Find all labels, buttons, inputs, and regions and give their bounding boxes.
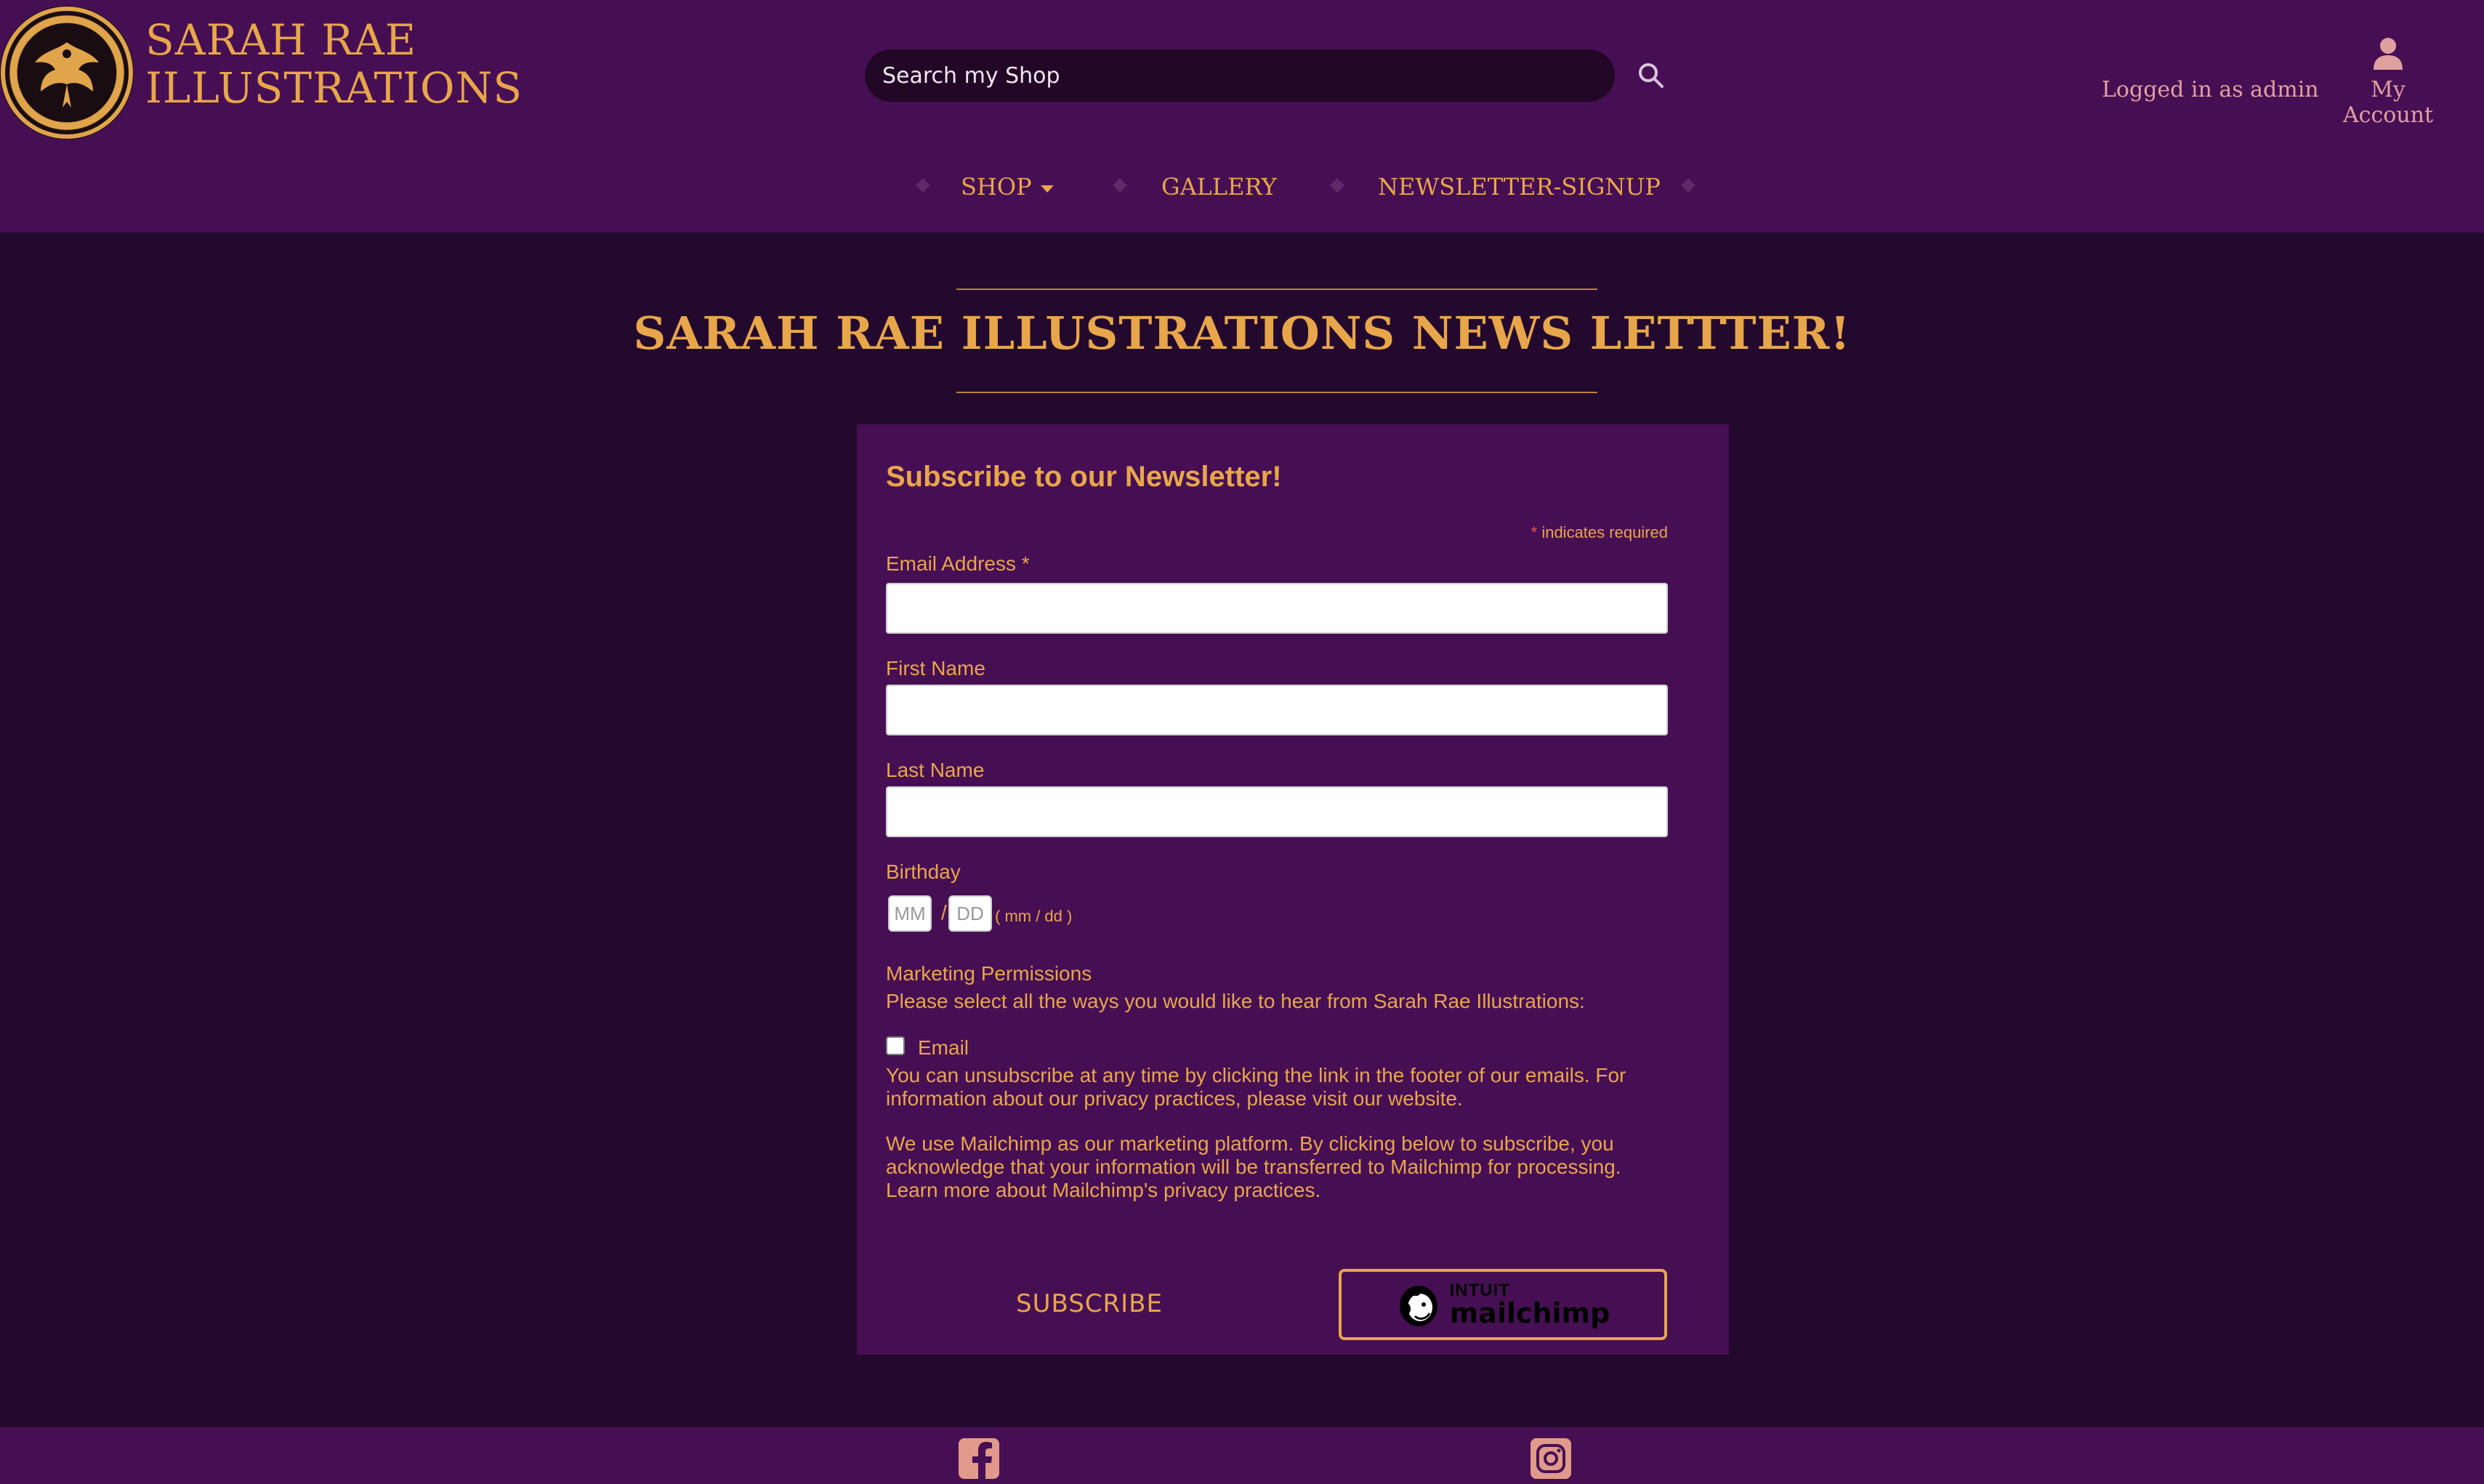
nav-separator — [916, 178, 930, 193]
main-nav: SHOP GALLERY NEWSLETTER-SIGNUP — [0, 167, 2484, 211]
birthday-format-hint: ( mm / dd ) — [995, 907, 1073, 925]
title-rule-bottom — [956, 392, 1597, 393]
newsletter-form: Subscribe to our Newsletter! * indicates… — [857, 424, 1729, 1355]
nav-item-gallery[interactable]: GALLERY — [1161, 173, 1277, 201]
page-title: SARAH RAE ILLUSTRATIONS NEWS LETTTER! — [633, 307, 1851, 360]
birthday-day-field[interactable] — [948, 895, 992, 932]
mailchimp-badge[interactable]: INTUIT mailchimp — [1339, 1269, 1667, 1340]
birthday-label: Birthday — [886, 860, 961, 883]
first-name-field[interactable] — [886, 685, 1668, 735]
email-permission-checkbox[interactable] — [886, 1036, 905, 1055]
email-permission-label[interactable]: Email — [918, 1036, 969, 1060]
nav-separator — [1113, 178, 1127, 193]
user-icon — [2374, 38, 2403, 70]
instagram-icon[interactable] — [1530, 1437, 1572, 1480]
required-note: * indicates required — [1531, 523, 1668, 542]
required-star: * — [1531, 523, 1538, 541]
mailchimp-freddie-icon — [1399, 1286, 1437, 1326]
my-account-label: My Account — [2342, 77, 2434, 128]
my-account-link[interactable]: My Account — [2323, 36, 2453, 128]
search-input[interactable] — [865, 49, 1615, 102]
email-label: Email Address * — [886, 552, 1030, 576]
first-name-label: First Name — [886, 657, 985, 680]
marketing-permissions-heading: Marketing Permissions — [886, 962, 1092, 985]
site-header: SARAH RAE ILLUSTRATIONS Logged in as adm… — [0, 0, 2484, 233]
nav-item-shop-label: SHOP — [961, 173, 1032, 201]
mailchimp-privacy-link[interactable]: Learn more about Mailchimp's privacy pra… — [886, 1179, 1671, 1202]
form-heading: Subscribe to our Newsletter! — [886, 461, 1282, 493]
mailchimp-notice: We use Mailchimp as our marketing platfo… — [886, 1132, 1621, 1178]
caret-down-icon — [1040, 185, 1054, 193]
brand-line-2: ILLUSTRATIONS — [145, 63, 523, 113]
logo-bird-icon — [1, 7, 133, 139]
mailchimp-badge-text: INTUIT mailchimp — [1449, 1282, 1610, 1329]
email-required-star: * — [1021, 552, 1030, 575]
facebook-icon[interactable] — [958, 1437, 1000, 1480]
brand-line-1: SARAH RAE — [145, 15, 417, 65]
unsubscribe-notice: You can unsubscribe at any time by click… — [886, 1064, 1626, 1110]
search-icon[interactable] — [1637, 61, 1666, 90]
nav-separator — [1681, 178, 1695, 193]
nav-item-shop[interactable]: SHOP — [961, 173, 1054, 201]
last-name-label: Last Name — [886, 759, 985, 781]
nav-separator — [1330, 178, 1344, 193]
brand-name[interactable]: SARAH RAE ILLUSTRATIONS — [145, 16, 523, 112]
logo-seal-icon[interactable] — [0, 6, 134, 140]
title-rule-top — [956, 289, 1597, 290]
email-field[interactable] — [886, 583, 1668, 634]
logged-in-status[interactable]: Logged in as admin — [2102, 77, 2319, 102]
mailchimp-badge-name: mailchimp — [1449, 1297, 1610, 1329]
birthday-month-field[interactable] — [888, 895, 932, 932]
marketing-permissions-prompt: Please select all the ways you would lik… — [886, 990, 1585, 1012]
required-note-text: indicates required — [1541, 523, 1668, 541]
nav-item-newsletter-signup[interactable]: NEWSLETTER-SIGNUP — [1378, 173, 1661, 201]
email-label-text: Email Address — [886, 552, 1016, 575]
birthday-separator: / — [941, 901, 947, 924]
site-footer — [0, 1427, 2484, 1484]
last-name-field[interactable] — [886, 786, 1668, 837]
subscribe-button[interactable]: SUBSCRIBE — [886, 1269, 1293, 1339]
